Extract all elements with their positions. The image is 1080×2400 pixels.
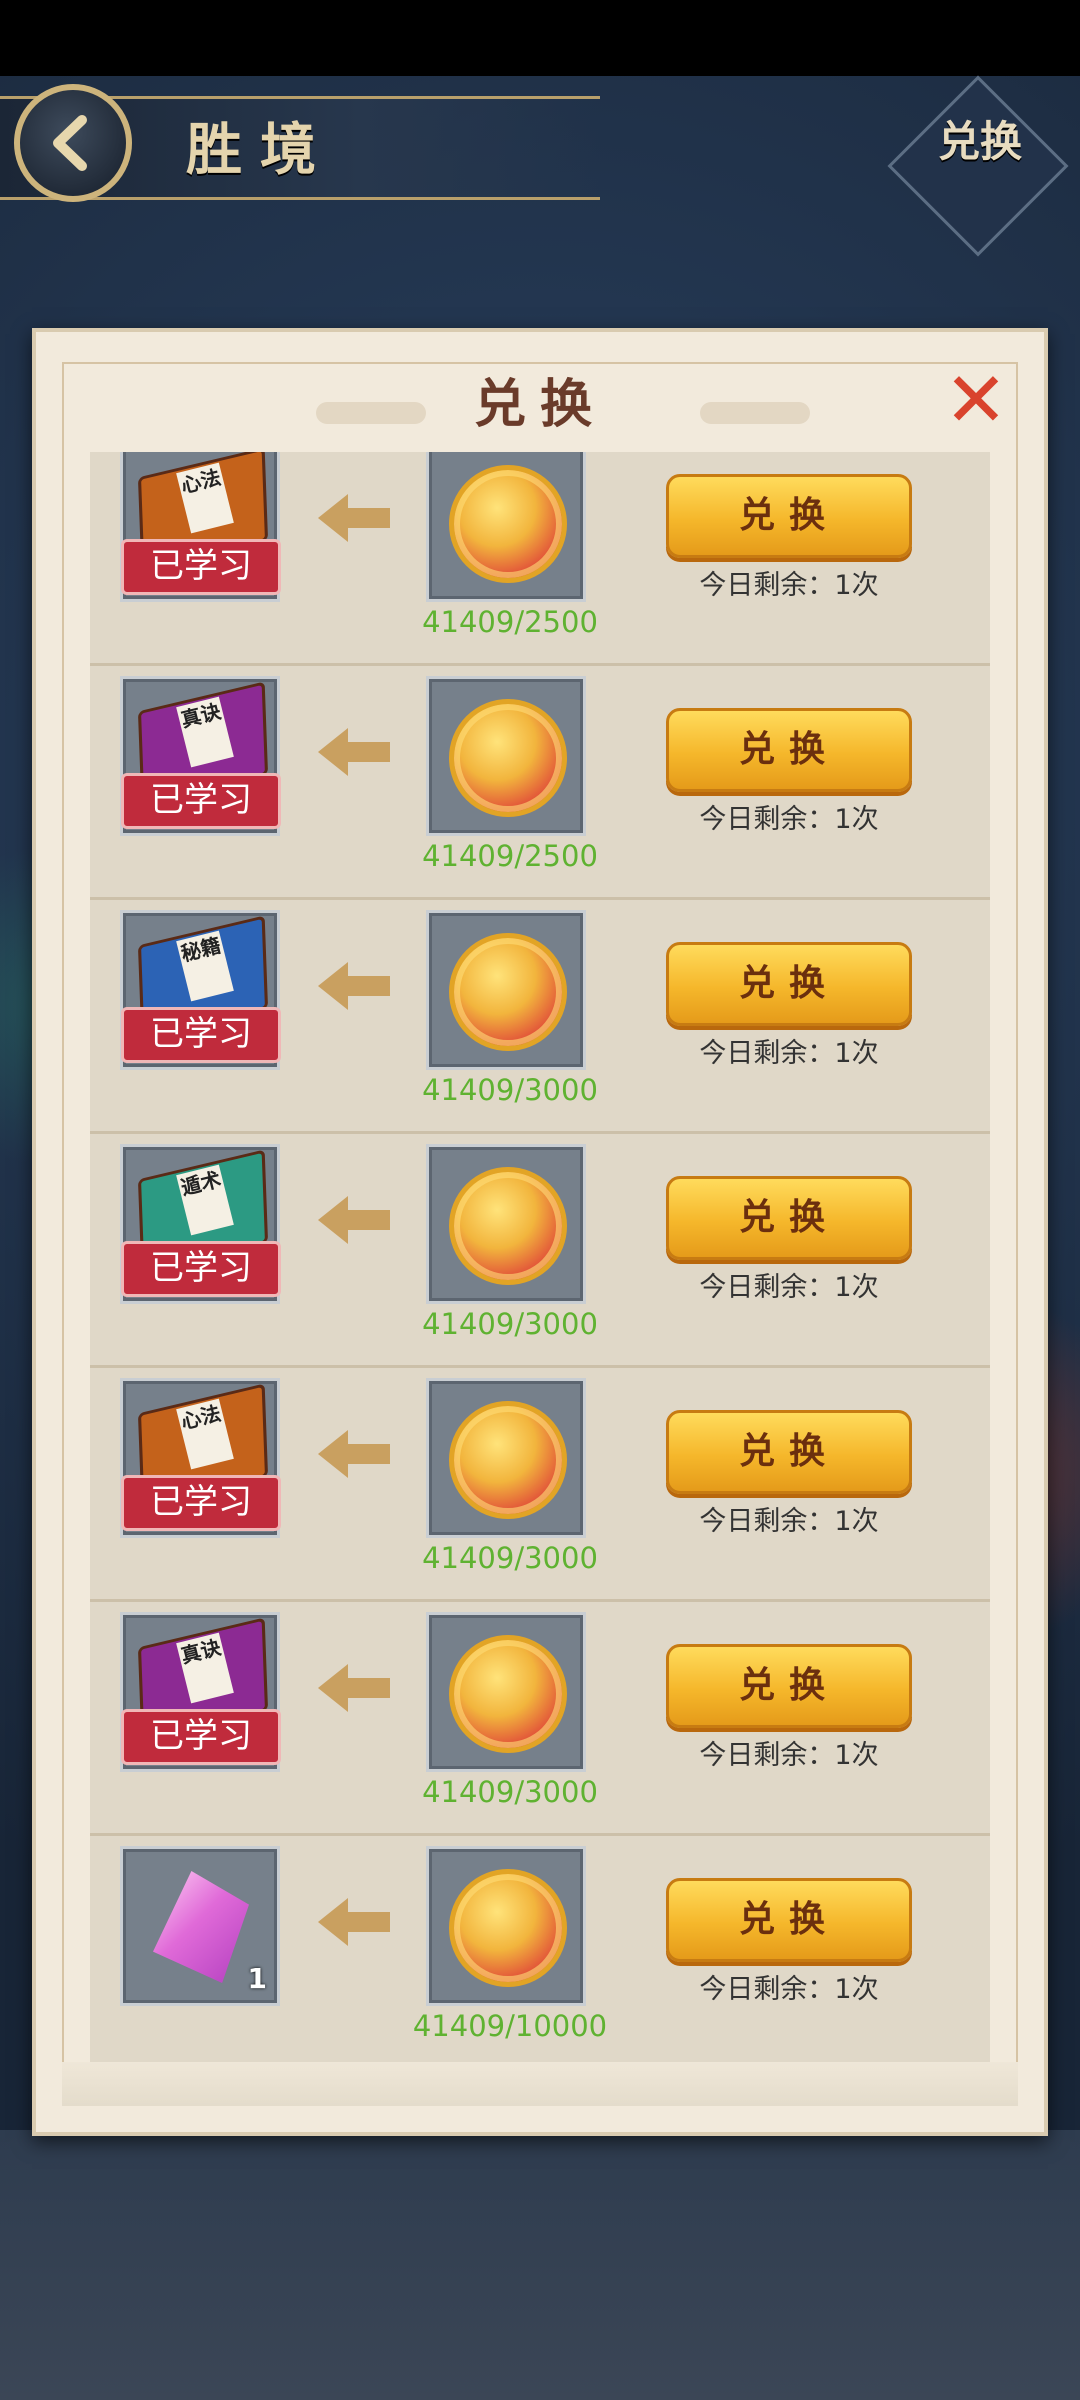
exchange-row: 心法 已学习 41409/3000 兑换今日剩余：1次 xyxy=(90,1368,990,1602)
reward-item-slot[interactable]: 心法 已学习 xyxy=(120,1378,281,1538)
exchange-row: 真诀 已学习 41409/3000 兑换今日剩余：1次 xyxy=(90,1602,990,1836)
coin-icon xyxy=(449,1635,567,1753)
scene-title: 胜境 xyxy=(186,117,334,183)
reward-item-slot[interactable]: 真诀 已学习 xyxy=(120,676,281,836)
learned-badge: 已学习 xyxy=(121,773,281,829)
close-button[interactable]: ✕ xyxy=(944,362,1008,438)
cost-amount: 41409/10000 xyxy=(412,2009,608,2043)
remaining-count: 今日剩余：1次 xyxy=(699,1506,879,1537)
learned-badge: 已学习 xyxy=(121,539,281,595)
exchange-button[interactable]: 兑换 xyxy=(666,942,912,1026)
cost-item-slot[interactable] xyxy=(426,1846,586,2006)
item-count: 1 xyxy=(247,1962,267,1995)
cost-item-slot[interactable] xyxy=(426,1378,586,1538)
exchange-button[interactable]: 兑换 xyxy=(666,1410,912,1494)
remaining-count: 今日剩余：1次 xyxy=(699,570,879,601)
exchange-row: 1 41409/10000 兑换今日剩余：1次 xyxy=(90,1836,990,2070)
remaining-count: 今日剩余：1次 xyxy=(699,1038,879,1069)
cost-amount: 41409/3000 xyxy=(422,1541,598,1575)
cost-amount: 41409/3000 xyxy=(422,1775,598,1809)
exchange-button[interactable]: 兑换 xyxy=(666,474,912,558)
left-arrow-icon xyxy=(318,724,390,780)
reward-item-slot[interactable]: 秘籍 已学习 xyxy=(120,910,281,1070)
left-arrow-icon xyxy=(318,490,390,546)
exchange-button[interactable]: 兑换 xyxy=(666,708,912,792)
coin-icon xyxy=(449,465,567,583)
reward-item-slot[interactable]: 遁术 已学习 xyxy=(120,1144,281,1304)
status-bar xyxy=(0,0,1080,76)
left-arrow-icon xyxy=(318,1426,390,1482)
coin-icon xyxy=(449,1869,567,1987)
dialog-title: 兑换 xyxy=(473,374,606,435)
coin-icon xyxy=(449,1401,567,1519)
remaining-count: 今日剩余：1次 xyxy=(699,1740,879,1771)
exchange-corner-label[interactable]: 兑换 xyxy=(920,118,1040,228)
cost-amount: 41409/3000 xyxy=(422,1073,598,1107)
coin-icon xyxy=(449,699,567,817)
cost-item-slot[interactable] xyxy=(426,1612,586,1772)
background-ground xyxy=(0,2130,1080,2400)
remaining-count: 今日剩余：1次 xyxy=(699,804,879,835)
exchange-button[interactable]: 兑换 xyxy=(666,1878,912,1962)
learned-badge: 已学习 xyxy=(121,1241,281,1297)
back-arrow-icon xyxy=(53,115,87,171)
left-arrow-icon xyxy=(318,1192,390,1248)
exchange-row: 秘籍 已学习 41409/3000 兑换今日剩余：1次 xyxy=(90,900,990,1134)
remaining-count: 今日剩余：1次 xyxy=(699,1272,879,1303)
exchange-row: 心法 已学习 41409/2500 兑换今日剩余：1次 xyxy=(90,452,990,666)
cost-amount: 41409/2500 xyxy=(422,605,598,639)
learned-badge: 已学习 xyxy=(121,1007,281,1063)
exchange-list[interactable]: 心法 已学习 41409/2500 兑换 今日剩余：1次 真诀 已学习 41409/250… xyxy=(90,452,990,2072)
coin-icon xyxy=(449,933,567,1051)
dialog-bottom-decoration xyxy=(62,2062,1018,2106)
cost-amount: 41409/2500 xyxy=(422,839,598,873)
cost-item-slot[interactable] xyxy=(426,452,586,602)
exchange-row: 遁术 已学习 41409/3000 兑换今日剩余：1次 xyxy=(90,1134,990,1368)
crystal-icon xyxy=(153,1871,249,1983)
exchange-row: 真诀 已学习 41409/2500 兑换今日剩余：1次 xyxy=(90,666,990,900)
remaining-count: 今日剩余：1次 xyxy=(699,1974,879,2005)
left-arrow-icon xyxy=(318,958,390,1014)
back-button[interactable] xyxy=(14,84,132,202)
left-arrow-icon xyxy=(318,1660,390,1716)
cost-amount: 41409/3000 xyxy=(422,1307,598,1341)
left-arrow-icon xyxy=(318,1894,390,1950)
coin-icon xyxy=(449,1167,567,1285)
cost-item-slot[interactable] xyxy=(426,910,586,1070)
reward-item-slot[interactable]: 1 xyxy=(120,1846,280,2006)
learned-badge: 已学习 xyxy=(121,1475,281,1531)
reward-item-slot[interactable]: 心法 已学习 xyxy=(120,452,281,602)
learned-badge: 已学习 xyxy=(121,1709,281,1765)
exchange-button[interactable]: 兑换 xyxy=(666,1176,912,1260)
reward-item-slot[interactable]: 真诀 已学习 xyxy=(120,1612,281,1772)
exchange-button[interactable]: 兑换 xyxy=(666,1644,912,1728)
cost-item-slot[interactable] xyxy=(426,1144,586,1304)
cost-item-slot[interactable] xyxy=(426,676,586,836)
title-cloud-right xyxy=(700,402,810,424)
